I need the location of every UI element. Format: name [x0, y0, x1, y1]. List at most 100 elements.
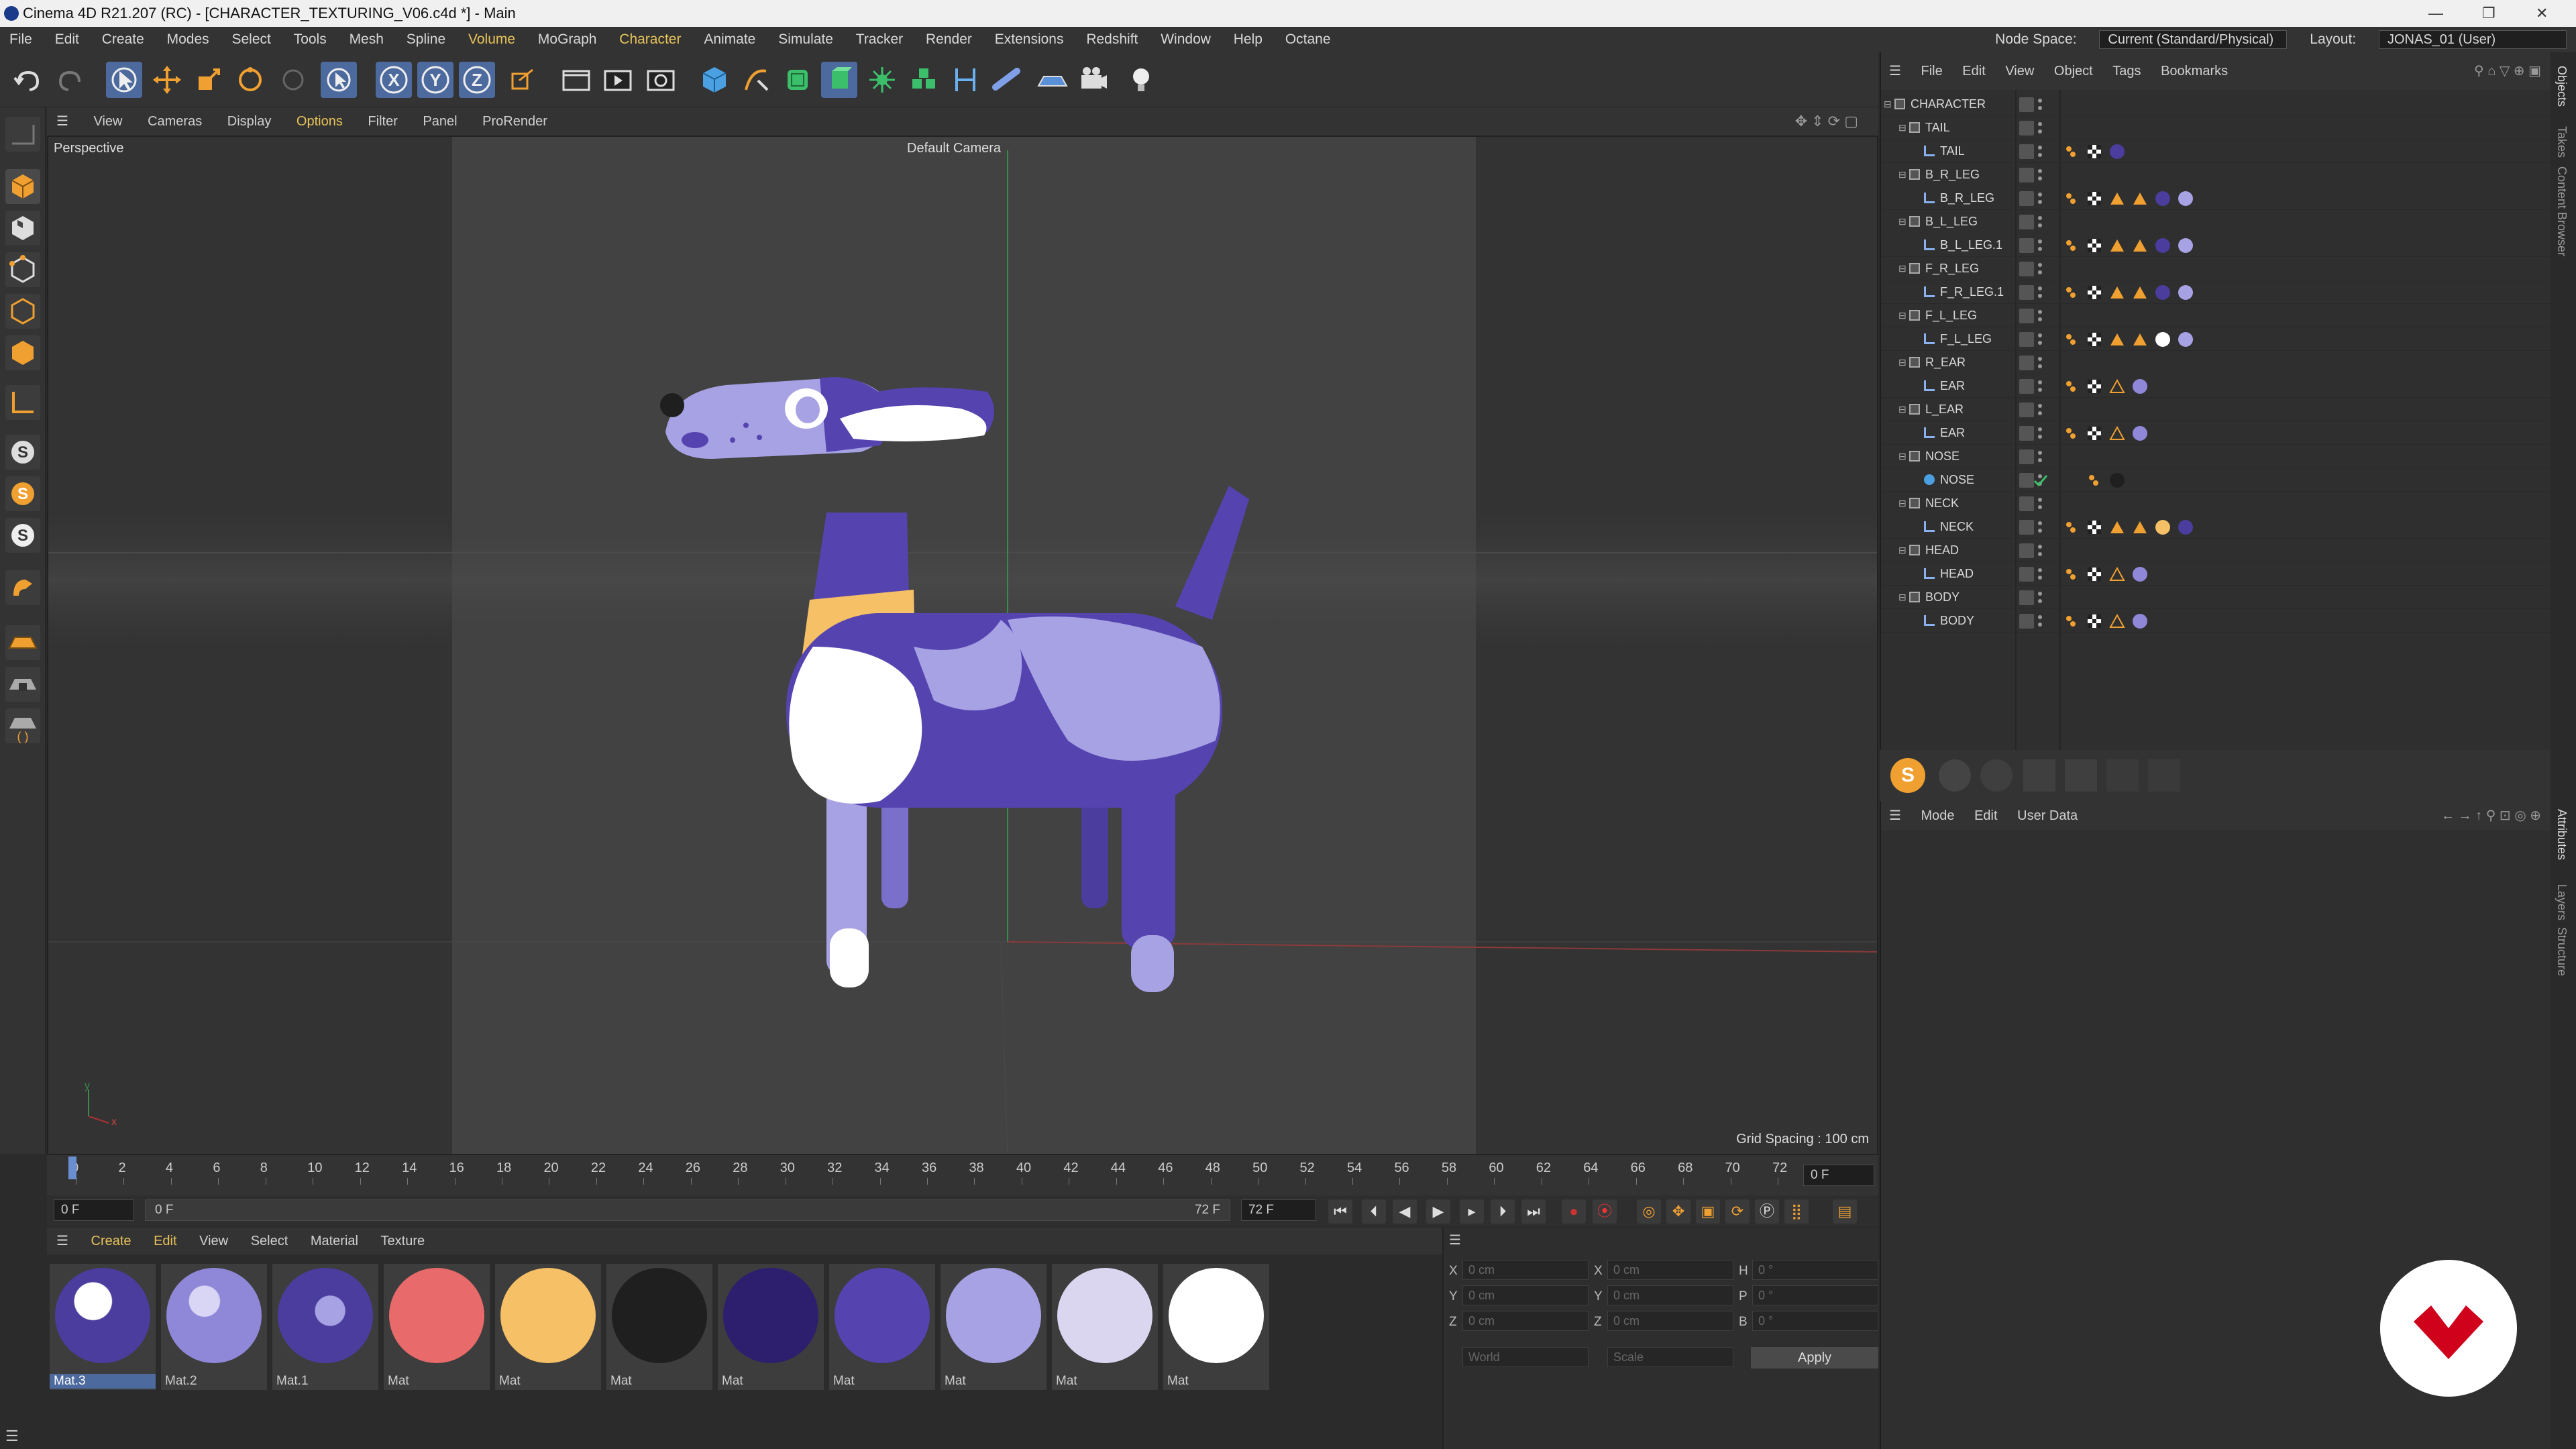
expand-toggle-icon[interactable]: ⊟ [1898, 210, 1907, 233]
visibility-dots-icon[interactable] [2037, 590, 2043, 606]
expand-toggle-icon[interactable]: ⊟ [1898, 586, 1907, 609]
selection-tag-icon[interactable] [2109, 191, 2125, 207]
step-back-icon[interactable]: ◀ [1393, 1199, 1417, 1224]
layer-check-icon[interactable] [2019, 543, 2034, 558]
size-y-field[interactable]: 0 cm [1607, 1285, 1733, 1305]
visibility-dots-icon[interactable] [2037, 144, 2043, 160]
subdivision-surface-icon[interactable] [780, 62, 816, 98]
workplane-icon[interactable] [5, 625, 40, 660]
object-menu-tags[interactable]: Tags [2112, 64, 2141, 78]
menu-edit[interactable]: Edit [55, 27, 79, 52]
axis-mode-icon[interactable] [5, 385, 40, 420]
node-space-dropdown[interactable]: Current (Standard/Physical) [2099, 30, 2288, 49]
object-row[interactable]: F_L_LEG [1881, 327, 2552, 351]
object-row[interactable]: ⊟ L_EAR [1881, 398, 2552, 421]
layout-dropdown[interactable]: JONAS_01 (User) [2379, 30, 2567, 49]
position-key-icon[interactable]: ✥ [1666, 1199, 1690, 1224]
material-menu-create[interactable]: Create [91, 1234, 131, 1248]
object-row[interactable]: NECK [1881, 515, 2552, 539]
viewport-menu-cameras[interactable]: Cameras [148, 114, 202, 129]
layer-check-icon[interactable] [2019, 426, 2034, 441]
phong-tag-icon[interactable] [2063, 378, 2080, 394]
material-tag-icon[interactable] [2132, 566, 2148, 582]
material-tag-icon[interactable] [2155, 519, 2171, 535]
layer-check-icon[interactable] [2019, 614, 2034, 629]
cube-icon[interactable] [696, 62, 733, 98]
object-menu-object[interactable]: Object [2054, 64, 2093, 78]
camera-icon[interactable] [1076, 62, 1112, 98]
model-mode-icon[interactable] [5, 169, 40, 204]
menu-spline[interactable]: Spline [407, 27, 445, 52]
selection-tag-icon[interactable] [2109, 613, 2125, 629]
object-menu-view[interactable]: View [2005, 64, 2034, 78]
object-row[interactable]: F_R_LEG.1 [1881, 280, 2552, 304]
y-axis-lock-icon[interactable]: Y [417, 62, 453, 98]
visibility-dots-icon[interactable] [2037, 519, 2043, 535]
playhead[interactable] [68, 1157, 76, 1179]
tag-tool-icon[interactable] [2106, 759, 2139, 792]
menu-simulate[interactable]: Simulate [778, 27, 833, 52]
layer-check-icon[interactable] [2019, 215, 2034, 229]
selection-tag-icon[interactable] [2109, 237, 2125, 254]
material-swatch[interactable]: Mat [1052, 1264, 1158, 1390]
tab-objects[interactable]: Objects [2555, 66, 2569, 107]
expand-toggle-icon[interactable]: ⊟ [1898, 116, 1907, 140]
object-row[interactable]: ⊟ F_L_LEG [1881, 304, 2552, 327]
layer-check-icon[interactable] [2019, 379, 2034, 394]
object-search-filter-icons[interactable]: ⚲ ⌂ ▽ ⊕ ▣ [2474, 52, 2541, 90]
menu-mesh[interactable]: Mesh [350, 27, 384, 52]
object-row[interactable]: TAIL [1881, 140, 2552, 163]
material-menu-material[interactable]: Material [311, 1234, 358, 1248]
go-to-previous-key-icon[interactable]: ⏴ [1362, 1199, 1386, 1224]
bend-deformer-icon[interactable] [947, 62, 983, 98]
layer-check-icon[interactable] [2019, 590, 2034, 605]
material-tag-icon[interactable] [2109, 472, 2125, 488]
material-tag-icon[interactable] [2132, 378, 2148, 394]
timeline-ruler[interactable]: 0246810121416182022242628303234363840424… [47, 1155, 1878, 1195]
menu-select[interactable]: Select [231, 27, 270, 52]
menu-mograph[interactable]: MoGraph [538, 27, 597, 52]
layer-check-icon[interactable] [2019, 168, 2034, 182]
rot-p-field[interactable]: 0 ° [1752, 1285, 1878, 1305]
selection-tag-icon[interactable] [2109, 284, 2125, 301]
object-menu-file[interactable]: File [1921, 64, 1943, 78]
cloner-icon[interactable] [864, 62, 900, 98]
material-hamburger-icon[interactable]: ☰ [56, 1234, 68, 1248]
phong-tag-icon[interactable] [2063, 566, 2080, 582]
rot-h-field[interactable]: 0 ° [1752, 1260, 1878, 1280]
tag-tool-icon[interactable] [2023, 759, 2055, 792]
viewport-menu-panel[interactable]: Panel [423, 114, 457, 129]
recent-tools-icon[interactable] [275, 62, 311, 98]
visibility-dots-icon[interactable] [2037, 402, 2043, 418]
uvw-tag-icon[interactable] [2086, 566, 2102, 582]
visibility-dots-icon[interactable] [2037, 97, 2043, 113]
layer-check-icon[interactable] [2019, 356, 2034, 370]
menu-redshift[interactable]: Redshift [1086, 27, 1138, 52]
texture-mode-icon[interactable] [5, 211, 40, 246]
render-settings-icon[interactable] [643, 62, 679, 98]
menu-modes[interactable]: Modes [167, 27, 209, 52]
uvw-tag-icon[interactable] [2086, 613, 2102, 629]
menu-file[interactable]: File [9, 27, 32, 52]
menu-tools[interactable]: Tools [294, 27, 327, 52]
object-row[interactable]: NOSE [1881, 468, 2552, 492]
material-tag-icon[interactable] [2178, 331, 2194, 347]
menu-window[interactable]: Window [1161, 27, 1211, 52]
material-swatch[interactable]: Mat [495, 1264, 601, 1390]
object-row[interactable]: ⊟ CHARACTER [1881, 93, 2552, 116]
viewport-menu-prorender[interactable]: ProRender [482, 114, 547, 129]
size-z-field[interactable]: 0 cm [1607, 1311, 1733, 1331]
material-tag-icon[interactable] [2178, 191, 2194, 207]
phong-tag-icon[interactable] [2063, 191, 2080, 207]
tag-tool-icon[interactable] [2148, 759, 2180, 792]
expand-toggle-icon[interactable]: ⊟ [1898, 492, 1907, 515]
tab-attributes[interactable]: Attributes [2555, 809, 2569, 860]
object-hamburger-icon[interactable]: ☰ [1889, 64, 1901, 78]
selection-tag-icon[interactable] [2109, 519, 2125, 535]
viewport-menu-view[interactable]: View [94, 114, 123, 129]
tab-structure[interactable]: Structure [2555, 927, 2569, 976]
rot-b-field[interactable]: 0 ° [1752, 1311, 1878, 1331]
visibility-dots-icon[interactable] [2037, 167, 2043, 183]
enabled-check-icon[interactable] [2033, 472, 2049, 488]
expand-toggle-icon[interactable]: ⊟ [1898, 398, 1907, 421]
